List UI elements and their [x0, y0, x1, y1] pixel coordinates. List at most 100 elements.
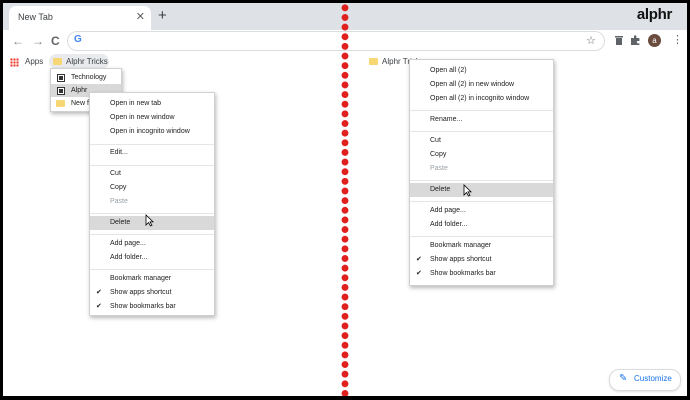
menu-label: Delete	[110, 219, 131, 226]
menu-add-folder[interactable]: Add folder...	[90, 251, 214, 265]
customize-button[interactable]: ✎ Customize	[609, 369, 681, 391]
bookmark-folder-left[interactable]: Alphr Tricks	[49, 54, 109, 69]
menu-paste[interactable]: Paste	[90, 195, 214, 209]
folder-icon	[53, 58, 62, 65]
menu-label: Open all (2) in new window	[430, 81, 515, 88]
red-dotted-divider	[340, 3, 350, 396]
dropdown-item-label: Technology	[71, 74, 107, 81]
extensions-puzzle-icon[interactable]	[630, 35, 641, 50]
reload-icon[interactable]: C	[51, 34, 60, 48]
menu-label: Edit...	[110, 149, 128, 156]
menu-label: Open in new tab	[110, 100, 161, 107]
new-tab-plus-icon[interactable]: +	[158, 8, 167, 24]
menu-label: Paste	[430, 165, 448, 172]
dropdown-item-technology[interactable]: Technology	[51, 71, 121, 84]
menu-paste[interactable]: Paste	[410, 162, 553, 176]
menu-label: Open all (2) in incognito window	[430, 95, 530, 102]
bookmark-icon	[57, 87, 65, 95]
tab-new-tab[interactable]: New Tab ✕	[9, 6, 151, 30]
menu-label: Cut	[110, 170, 121, 177]
folder-icon	[56, 100, 65, 107]
dropdown-item-label: New f	[71, 100, 89, 107]
forward-arrow-icon[interactable]: →	[32, 34, 44, 48]
menu-add-folder[interactable]: Add folder...	[410, 218, 553, 232]
omnibox[interactable]: G ☆	[67, 31, 605, 51]
menu-copy[interactable]: Copy	[410, 148, 553, 162]
menu-open-all[interactable]: Open all (2)	[410, 64, 553, 78]
checkmark-icon: ✔	[96, 289, 102, 296]
mouse-cursor-icon	[463, 184, 472, 200]
menu-cut[interactable]: Cut	[410, 134, 553, 148]
menu-separator	[90, 269, 214, 270]
apps-label: Apps	[25, 57, 44, 66]
menu-label: Add folder...	[430, 221, 468, 228]
menu-edit[interactable]: Edit...	[90, 146, 214, 160]
apps-shortcut[interactable]: Apps	[3, 54, 47, 69]
menu-separator	[410, 201, 553, 202]
google-g-icon: G	[74, 34, 82, 45]
menu-open-new-window[interactable]: Open in new window	[90, 111, 214, 125]
menu-label: Copy	[430, 151, 447, 158]
browser-window: New Tab ✕ + alphr ← → C G ☆ a ⋮ Apps Alp…	[3, 3, 687, 396]
trash-icon[interactable]	[614, 35, 624, 50]
customize-label: Customize	[634, 374, 672, 383]
menu-separator	[410, 180, 553, 181]
menu-label: Open in new window	[110, 114, 175, 121]
checkmark-icon: ✔	[416, 270, 422, 277]
menu-label: Bookmark manager	[430, 242, 492, 249]
menu-separator	[410, 236, 553, 237]
menu-show-bookmarks-bar[interactable]: ✔ Show bookmarks bar	[410, 267, 553, 281]
menu-separator	[410, 131, 553, 132]
menu-label: Open all (2)	[430, 67, 467, 74]
menu-separator	[90, 165, 214, 166]
menu-open-incognito[interactable]: Open in incognito window	[90, 125, 214, 139]
menu-open-all-incognito[interactable]: Open all (2) in incognito window	[410, 92, 553, 106]
checkmark-icon: ✔	[416, 256, 422, 263]
menu-label: Show bookmarks bar	[430, 270, 496, 277]
menu-label: Add folder...	[110, 254, 148, 261]
apps-grid-icon	[10, 58, 19, 67]
menu-label: Delete	[430, 186, 451, 193]
menu-separator	[410, 110, 553, 111]
menu-bookmark-manager[interactable]: Bookmark manager	[90, 272, 214, 286]
menu-label: Show apps shortcut	[430, 256, 492, 263]
checkmark-icon: ✔	[96, 303, 102, 310]
bookmark-icon	[57, 74, 65, 82]
menu-open-all-new-window[interactable]: Open all (2) in new window	[410, 78, 553, 92]
menu-open-new-tab[interactable]: Open in new tab	[90, 97, 214, 111]
menu-label: Show apps shortcut	[110, 289, 172, 296]
menu-label: Show bookmarks bar	[110, 303, 176, 310]
menu-separator	[90, 144, 214, 145]
menu-label: Copy	[110, 184, 127, 191]
folder-icon	[369, 58, 378, 65]
profile-avatar[interactable]: a	[648, 34, 661, 47]
menu-label: Add page...	[430, 207, 466, 214]
menu-cut[interactable]: Cut	[90, 167, 214, 181]
context-menu-right: Open all (2) Open all (2) in new window …	[409, 59, 554, 286]
menu-add-page[interactable]: Add page...	[410, 204, 553, 218]
menu-show-bookmarks-bar[interactable]: ✔ Show bookmarks bar	[90, 300, 214, 314]
menu-delete[interactable]: Delete	[410, 183, 553, 197]
back-arrow-icon[interactable]: ←	[12, 34, 24, 48]
close-icon[interactable]: ✕	[136, 10, 145, 24]
menu-label: Bookmark manager	[110, 275, 172, 282]
logo-text: alphr	[636, 6, 672, 23]
menu-show-apps-shortcut[interactable]: ✔ Show apps shortcut	[90, 286, 214, 300]
context-menu-left: Open in new tab Open in new window Open …	[89, 92, 215, 316]
menu-label: Open in incognito window	[110, 128, 190, 135]
star-icon[interactable]: ☆	[586, 34, 596, 47]
menu-label: Paste	[110, 198, 128, 205]
menu-show-apps-shortcut[interactable]: ✔ Show apps shortcut	[410, 253, 553, 267]
bookmark-folder-label: Alphr Tricks	[66, 57, 108, 66]
alphr-logo: alphr	[637, 6, 672, 23]
pencil-icon: ✎	[619, 373, 628, 384]
menu-separator	[90, 234, 214, 235]
menu-label: Cut	[430, 137, 441, 144]
menu-rename[interactable]: Rename...	[410, 113, 553, 127]
dropdown-item-label: Alphr	[71, 87, 88, 94]
tab-title: New Tab	[18, 12, 53, 22]
menu-copy[interactable]: Copy	[90, 181, 214, 195]
kebab-menu-icon[interactable]: ⋮	[672, 34, 683, 47]
menu-add-page[interactable]: Add page...	[90, 237, 214, 251]
menu-bookmark-manager[interactable]: Bookmark manager	[410, 239, 553, 253]
